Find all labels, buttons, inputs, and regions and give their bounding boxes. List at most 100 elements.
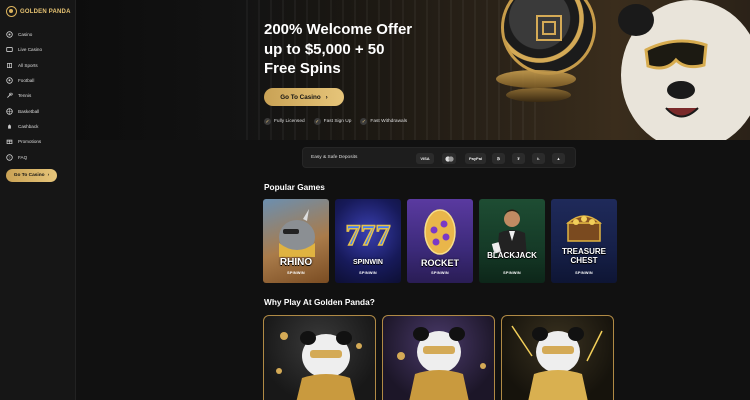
- game-card-blackjack[interactable]: BLACKJACK SPINWIN: [479, 199, 545, 283]
- chevron-right-icon: ›: [47, 173, 50, 178]
- bitcoin-icon: ₿: [492, 153, 505, 164]
- visa-label: VISA: [420, 156, 430, 161]
- sports-icon: [6, 62, 13, 69]
- hero-title-line: up to $5,000 + 50: [264, 40, 385, 58]
- badge-label: Fast Withdrawals: [370, 119, 408, 124]
- live-casino-icon: [6, 46, 13, 53]
- sidebar-item-label: FAQ: [18, 154, 28, 160]
- chip-stack-image: [506, 88, 571, 102]
- sidebar-item-football[interactable]: Football: [6, 73, 42, 88]
- badge-label: Fast Sign Up: [323, 119, 352, 124]
- promotions-icon: [6, 138, 13, 145]
- faq-icon: ?: [6, 153, 13, 161]
- panda-mascot-image: [276, 331, 362, 400]
- game-title: BLACKJACK: [487, 251, 537, 260]
- svg-text:?: ?: [9, 155, 11, 159]
- tennis-icon: [6, 92, 13, 99]
- visa-icon: VISA: [416, 153, 434, 164]
- badge-fast-sign-up: ✓ Fast Sign Up: [313, 118, 352, 125]
- deposits-label: Easy & Safe Deposits: [311, 155, 358, 160]
- game-card-rhino[interactable]: RHINO SPINWIN: [263, 199, 329, 283]
- hero-banner: 200% Welcome Offer up to $5,000 + 50 Fre…: [76, 0, 750, 140]
- paypal-label: PayPal: [468, 156, 483, 161]
- check-icon: ✓: [264, 118, 271, 125]
- sidebar-item-label: Football: [18, 78, 35, 84]
- why-card: [382, 315, 495, 400]
- game-provider: SPINWIN: [575, 271, 593, 275]
- sidebar-item-faq[interactable]: ? FAQ: [6, 149, 42, 164]
- hero-title-line: Free Spins: [264, 60, 341, 77]
- badge-fully-licensed: ✓ Fully Licensed: [264, 118, 305, 125]
- hero-title: 200% Welcome Offer up to $5,000 + 50 Fre…: [264, 20, 484, 79]
- svg-text:777: 777: [346, 219, 391, 251]
- game-title-line: CHEST: [570, 255, 598, 265]
- sidebar-nav: Casino Live Casino All Sports Football T…: [6, 27, 42, 165]
- panda-mascot-image: [618, 0, 750, 140]
- game-card-rocket[interactable]: ROCKET SPINWIN: [407, 199, 473, 283]
- sidebar-item-label: All Sports: [18, 62, 38, 68]
- why-card: [501, 315, 614, 400]
- rhino-icon: [279, 209, 315, 257]
- sidebar-item-label: Live Casino: [18, 47, 43, 53]
- paypal-icon: PayPal: [465, 153, 486, 164]
- trust-badges: ✓ Fully Licensed ✓ Fast Sign Up ✓ Fast W…: [264, 118, 407, 125]
- game-title: ROCKET: [421, 258, 459, 268]
- sevens-icon: 777: [345, 218, 392, 251]
- game-title: SPINWIN: [353, 259, 383, 266]
- game-provider: SPINWIN: [287, 271, 305, 275]
- tether-icon: ₮: [512, 153, 525, 164]
- popular-games-title: Popular Games: [264, 182, 325, 192]
- sidebar-item-label: Casino: [18, 32, 33, 38]
- sidebar-item-all-sports[interactable]: All Sports: [6, 58, 42, 73]
- button-label: Go To Casino: [280, 93, 321, 101]
- treasure-chest-icon: [566, 215, 602, 242]
- sidebar: GOLDEN PANDA Casino Live Casino All Spor…: [0, 0, 76, 400]
- dealer-icon: [491, 209, 527, 257]
- hero-title-line: 200% Welcome Offer: [264, 21, 413, 38]
- tron-icon: ▲: [552, 153, 565, 164]
- game-title: TREASURE CHEST: [551, 247, 617, 265]
- badge-label: Fully Licensed: [274, 119, 305, 124]
- button-label: Go To Casino: [13, 173, 45, 178]
- panda-mascot-image: [397, 327, 486, 400]
- game-card-treasure-chest[interactable]: TREASURE CHEST SPINWIN: [551, 199, 617, 283]
- badge-fast-withdrawals: ✓ Fast Withdrawals: [360, 118, 407, 125]
- game-provider: SPINWIN: [359, 271, 377, 275]
- sidebar-go-to-casino-button[interactable]: Go To Casino ›: [6, 169, 57, 182]
- hero-go-to-casino-button[interactable]: Go To Casino ›: [264, 88, 344, 106]
- chevron-right-icon: ›: [325, 93, 328, 101]
- football-icon: [6, 77, 13, 84]
- deposits-bar: Easy & Safe Deposits VISA PayPal ₿ ₮ Ł ▲: [302, 147, 576, 168]
- sidebar-item-label: Promotions: [18, 139, 42, 145]
- cashback-icon: [6, 123, 13, 130]
- mastercard-icon: [442, 153, 456, 164]
- sidebar-item-cashback[interactable]: Cashback: [6, 119, 42, 134]
- chip-emblem-icon: [536, 15, 562, 41]
- sidebar-item-promotions[interactable]: Promotions: [6, 134, 42, 149]
- sidebar-item-label: Cashback: [18, 123, 39, 129]
- sidebar-item-label: Tennis: [18, 93, 32, 99]
- game-card-spinwin[interactable]: 777 SPINWIN SPINWIN: [335, 199, 401, 283]
- sidebar-item-casino[interactable]: Casino: [6, 27, 42, 42]
- game-provider: SPINWIN: [503, 271, 521, 275]
- basketball-icon: [6, 107, 13, 115]
- why-play-cards: [263, 315, 614, 400]
- game-provider: SPINWIN: [431, 271, 449, 275]
- sidebar-item-basketball[interactable]: Basketball: [6, 103, 42, 118]
- panda-mascot-image: [511, 325, 603, 400]
- brand-name: GOLDEN PANDA: [20, 8, 71, 15]
- sidebar-item-tennis[interactable]: Tennis: [6, 88, 42, 103]
- game-title: RHINO: [279, 257, 313, 268]
- why-card: [263, 315, 376, 400]
- egg-icon: [424, 209, 456, 255]
- panda-logo-icon: [6, 6, 17, 17]
- why-play-title: Why Play At Golden Panda?: [264, 297, 375, 307]
- logo[interactable]: GOLDEN PANDA: [6, 6, 71, 17]
- sidebar-item-live-casino[interactable]: Live Casino: [6, 42, 42, 57]
- litecoin-icon: Ł: [532, 153, 545, 164]
- chip-stack-image: [496, 70, 576, 88]
- check-icon: ✓: [360, 118, 368, 125]
- sidebar-item-label: Basketball: [18, 108, 40, 114]
- popular-games-list: RHINO SPINWIN 777 SPINWIN SPINWIN ROCKET…: [263, 199, 617, 283]
- casino-chip-icon: [6, 31, 13, 38]
